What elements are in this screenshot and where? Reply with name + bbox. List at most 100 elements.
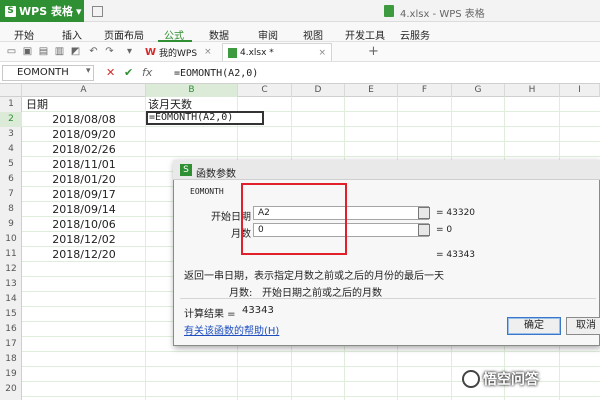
new-tab-icon[interactable]: + [368, 44, 379, 59]
window-title: 4.xlsx - WPS 表格 [400, 9, 485, 20]
menu-layout[interactable]: 页面布局 [104, 27, 144, 42]
column-header-b[interactable]: B [146, 84, 238, 97]
name-box[interactable]: EOMONTH [2, 65, 94, 81]
function-name: EOMONTH [190, 187, 224, 196]
name-box-chevron-icon[interactable]: ▾ [86, 66, 91, 76]
collapse-dialog-icon[interactable] [418, 207, 430, 219]
cell-a1[interactable]: 日期 [26, 97, 48, 112]
column-header-g[interactable]: G [452, 84, 505, 97]
select-all-corner[interactable] [0, 84, 22, 97]
menu-bar [0, 22, 600, 42]
formula-result-preview: = 43343 [436, 250, 476, 260]
redo-icon[interactable]: ↷ [104, 46, 115, 57]
menu-developer[interactable]: 开发工具 [345, 27, 385, 42]
menu-home[interactable]: 开始 [14, 27, 34, 42]
wps-logo-icon: S [5, 5, 16, 17]
insert-function-icon[interactable]: fx [142, 66, 152, 79]
param-result-months: = 0 [436, 225, 453, 235]
wps-w-icon: W [145, 46, 157, 58]
confirm-formula-icon[interactable]: ✔ [124, 66, 133, 79]
menu-insert[interactable]: 插入 [62, 27, 82, 42]
menu-view[interactable]: 视图 [303, 27, 323, 42]
cell-a8[interactable]: 2018/09/14 [22, 202, 146, 217]
calc-result-value: 43343 [242, 305, 274, 316]
column-header-h[interactable]: H [505, 84, 560, 97]
undo-icon[interactable]: ↶ [88, 46, 99, 57]
cell-a2[interactable]: 2018/08/08 [22, 112, 146, 127]
formula-input[interactable]: =EOMONTH(A2,0) [174, 68, 258, 79]
row-header-7[interactable]: 7 [0, 187, 22, 202]
tab-my-wps-label: 我的WPS [159, 48, 198, 59]
column-header-c[interactable]: C [238, 84, 292, 97]
cell-a10[interactable]: 2018/12/02 [22, 232, 146, 247]
function-description: 返回一串日期，表示指定月数之前或之后的月份的最后一天 [184, 271, 444, 282]
cell-a7[interactable]: 2018/09/17 [22, 187, 146, 202]
row-header-16[interactable]: 16 [0, 322, 22, 337]
row-header-4[interactable]: 4 [0, 142, 22, 157]
app-menu-button[interactable]: S WPS 表格 ▾ [0, 0, 84, 22]
chevron-down-icon: ▾ [75, 4, 82, 18]
cell-b2-active[interactable]: =EOMONTH(A2,0) [146, 111, 264, 125]
close-icon[interactable]: × [318, 48, 326, 58]
dialog-title: 函数参数 [196, 169, 236, 180]
cell-b1[interactable]: 该月天数 [148, 97, 192, 112]
cell-a9[interactable]: 2018/10/06 [22, 217, 146, 232]
open-folder-icon[interactable]: ▭ [6, 46, 17, 57]
row-header-12[interactable]: 12 [0, 262, 22, 277]
cell-a6[interactable]: 2018/01/20 [22, 172, 146, 187]
wps-logo-icon: S [180, 164, 192, 176]
xlsx-file-icon [384, 5, 394, 17]
print-icon[interactable]: ▤ [38, 46, 49, 57]
watermark-text: 悟空问答 [483, 372, 539, 388]
menu-cloud[interactable]: 云服务 [400, 27, 430, 42]
ok-button[interactable]: 确定 [507, 317, 561, 335]
row-header-20[interactable]: 20 [0, 382, 22, 397]
row-header-11[interactable]: 11 [0, 247, 22, 262]
row-header-17[interactable]: 17 [0, 337, 22, 352]
close-icon[interactable]: × [204, 47, 212, 57]
row-header-8[interactable]: 8 [0, 202, 22, 217]
menu-review[interactable]: 审阅 [258, 27, 278, 42]
row-header-18[interactable]: 18 [0, 352, 22, 367]
row-header-1[interactable]: 1 [0, 97, 22, 112]
dialog-title-bar[interactable] [173, 160, 600, 180]
tab-file[interactable]: 4.xlsx * × [222, 43, 332, 61]
row-header-2[interactable]: 2 [0, 112, 22, 127]
row-header-19[interactable]: 19 [0, 367, 22, 382]
cell-a4[interactable]: 2018/02/26 [22, 142, 146, 157]
menu-data[interactable]: 数据 [209, 27, 229, 42]
param-result-start-date: = 43320 [436, 208, 476, 218]
row-header-10[interactable]: 10 [0, 232, 22, 247]
column-header-e[interactable]: E [345, 84, 398, 97]
save-icon[interactable]: ▣ [22, 46, 33, 57]
app-name: WPS 表格 [19, 5, 73, 18]
row-header-9[interactable]: 9 [0, 217, 22, 232]
column-header-i[interactable]: I [560, 84, 600, 97]
window-icon[interactable] [92, 6, 103, 17]
cancel-button[interactable]: 取消 [566, 317, 600, 335]
title-bar [0, 0, 600, 22]
customize-chevron-icon[interactable]: ▾ [124, 46, 135, 57]
row-header-6[interactable]: 6 [0, 172, 22, 187]
cell-a5[interactable]: 2018/11/01 [22, 157, 146, 172]
column-header-a[interactable]: A [22, 84, 146, 97]
print-preview-icon[interactable]: ▥ [54, 46, 65, 57]
watermark: 悟空问答 [462, 369, 539, 389]
column-header-d[interactable]: D [292, 84, 345, 97]
cell-a3[interactable]: 2018/09/20 [22, 127, 146, 142]
row-header-14[interactable]: 14 [0, 292, 22, 307]
highlight-annotation-box [241, 183, 347, 255]
row-header-3[interactable]: 3 [0, 127, 22, 142]
function-help-link[interactable]: 有关该函数的帮助(H) [184, 322, 279, 337]
collapse-dialog-icon[interactable] [418, 224, 430, 236]
row-header-5[interactable]: 5 [0, 157, 22, 172]
format-painter-icon[interactable]: ◩ [70, 46, 81, 57]
row-header-13[interactable]: 13 [0, 277, 22, 292]
column-header-f[interactable]: F [398, 84, 452, 97]
cancel-formula-icon[interactable]: ✕ [106, 66, 115, 79]
row-header-15[interactable]: 15 [0, 307, 22, 322]
tab-my-wps[interactable]: W 我的WPS × [140, 43, 225, 61]
param-description: 开始日期之前或之后的月数 [262, 288, 382, 299]
watermark-logo-icon [462, 370, 480, 388]
cell-a11[interactable]: 2018/12/20 [22, 247, 146, 262]
